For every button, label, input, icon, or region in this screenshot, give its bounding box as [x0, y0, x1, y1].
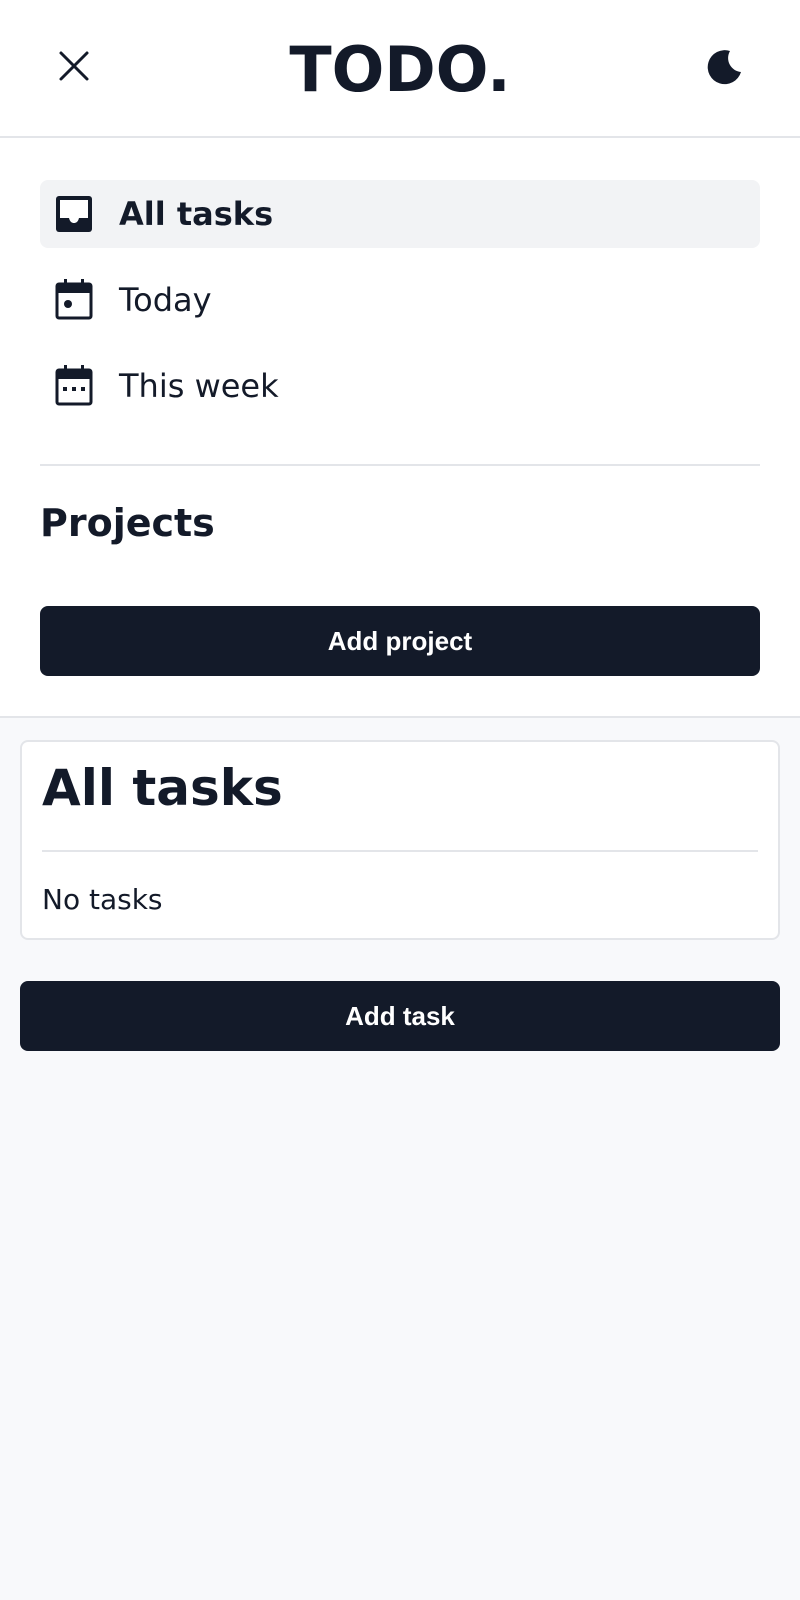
inbox-icon: [54, 194, 94, 234]
app-title: TODO.: [289, 33, 511, 106]
moon-icon: [707, 50, 741, 85]
sidebar-item-label: This week: [119, 367, 279, 405]
sidebar-item-today[interactable]: Today: [40, 266, 760, 334]
page-title: All tasks: [42, 759, 283, 817]
add-project-button[interactable]: Add project: [40, 606, 760, 676]
projects-heading: Projects: [40, 501, 215, 545]
empty-state-text: No tasks: [42, 883, 163, 916]
sidebar-item-this-week[interactable]: This week: [40, 352, 760, 420]
sidebar-item-label: Today: [119, 281, 212, 319]
app-header: TODO.: [0, 0, 800, 138]
sidebar-divider: [40, 464, 760, 466]
tasks-divider: [42, 850, 758, 852]
sidebar-item-all-tasks[interactable]: All tasks: [40, 180, 760, 248]
sidebar: All tasks Today This week Projects Add p…: [0, 138, 800, 718]
theme-toggle-button[interactable]: [702, 46, 746, 90]
sidebar-item-label: All tasks: [119, 195, 274, 233]
calendar-day-icon: [54, 279, 94, 320]
add-task-button[interactable]: Add task: [20, 981, 780, 1051]
tasks-panel: All tasks No tasks: [20, 740, 780, 940]
calendar-week-icon: [54, 365, 94, 406]
